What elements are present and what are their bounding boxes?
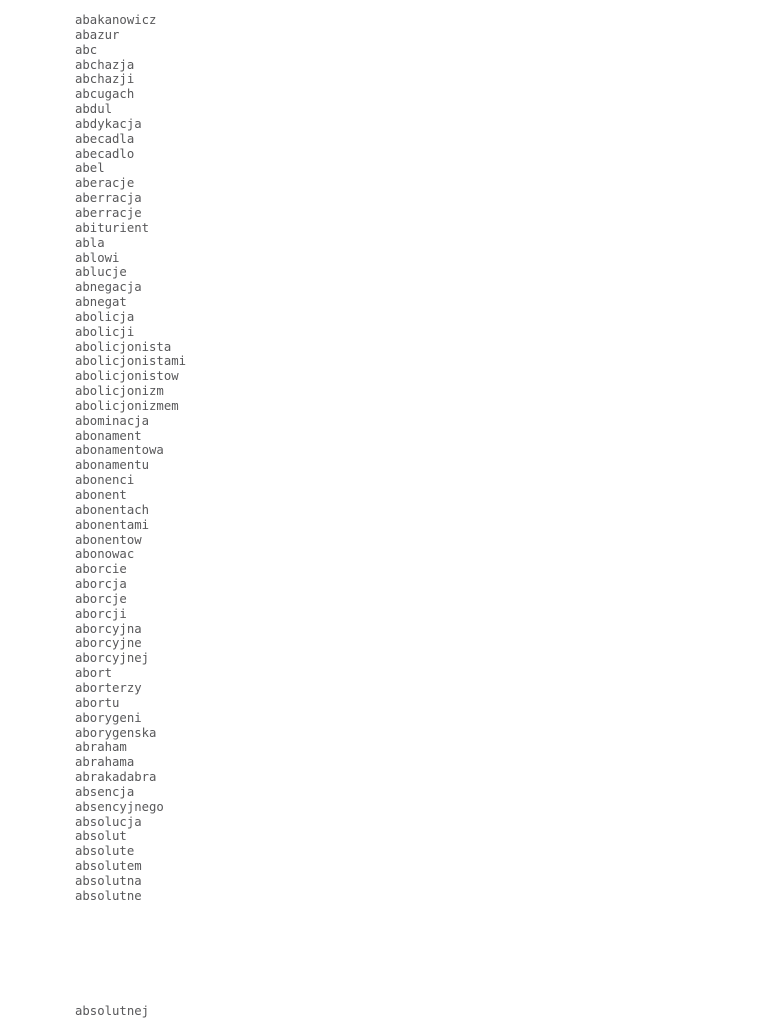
- word-list-item: abonamentowa: [75, 443, 164, 458]
- word-list-item: absolutna: [75, 873, 142, 888]
- word-list-item: aborterzy: [75, 680, 142, 695]
- word-list-column-page-one: abakanowicz abazur abc abchazja abchazji abcu…: [75, 13, 675, 904]
- word-list-item: abrakadabra: [75, 770, 157, 785]
- word-list-item: aborcje: [75, 591, 127, 606]
- word-list-item: abdykacja: [75, 116, 142, 131]
- word-list-item: abiturient: [75, 220, 150, 235]
- word-list-item: abchazji: [75, 72, 135, 87]
- word-list-item: abnegacja: [75, 280, 142, 295]
- word-list-item: absencja: [75, 784, 135, 799]
- word-list-item: abecadlo: [75, 146, 135, 161]
- word-list-item: abolicjonista: [75, 339, 172, 354]
- word-list-item: abonament: [75, 428, 142, 443]
- word-list-item: abc: [75, 42, 98, 57]
- word-list-item: abonowac: [75, 547, 135, 562]
- word-list-item: abonenci: [75, 473, 135, 488]
- word-list-item: abolicjonizmem: [75, 398, 179, 413]
- word-list-item: aborcyjna: [75, 621, 142, 636]
- word-list-item: abonentow: [75, 532, 142, 547]
- word-list-item: absolutem: [75, 859, 142, 874]
- word-list-item: abominacja: [75, 413, 150, 428]
- word-list-item: ablucje: [75, 265, 127, 280]
- word-list-item: aberracja: [75, 191, 142, 206]
- word-list-item: absolutnej: [75, 1004, 150, 1018]
- word-list-item: aborcyjne: [75, 636, 142, 651]
- word-list-item: abonent: [75, 488, 127, 502]
- document-page: abakanowicz abazur abc abchazja abchazji abcu…: [0, 0, 768, 1024]
- word-list-item: abort: [75, 666, 113, 681]
- word-list-item: ablowi: [75, 250, 120, 265]
- word-list-item: abraham: [75, 740, 127, 755]
- word-list-item: absencyjnego: [75, 799, 164, 814]
- word-list-item: abakanowicz: [75, 13, 157, 27]
- word-list-item: abonamentu: [75, 458, 150, 473]
- word-list-item: abcugach: [75, 87, 135, 102]
- word-list-item: abecadla: [75, 131, 135, 146]
- word-list-item: aborygeni: [75, 710, 142, 725]
- word-list-item: abolicji: [75, 324, 135, 339]
- word-list-item: abonentach: [75, 502, 150, 517]
- word-list-item: aborygenska: [75, 725, 157, 740]
- word-list-item: aberacje: [75, 176, 135, 191]
- word-list-item: absolucja: [75, 814, 142, 829]
- word-list-item: abrahama: [75, 755, 135, 770]
- word-list-item: abchazja: [75, 57, 135, 72]
- word-list-item: abel: [75, 161, 105, 176]
- word-list-item: abazur: [75, 27, 120, 42]
- word-list-item: abolicjonistami: [75, 354, 187, 369]
- word-list-item: aborcja: [75, 577, 127, 592]
- word-list-item: aborcji: [75, 606, 127, 621]
- word-list-item: abolicja: [75, 309, 135, 324]
- word-list-item: abdul: [75, 102, 113, 117]
- word-list-item: aberracje: [75, 205, 142, 220]
- word-list-item: abla: [75, 235, 105, 250]
- word-list-item: abolicjonizm: [75, 384, 164, 399]
- word-list-item: absolutne: [75, 888, 142, 903]
- word-list-item: abnegat: [75, 295, 127, 310]
- word-list-item: aborcie: [75, 562, 127, 577]
- word-list-item: abonentami: [75, 517, 150, 532]
- word-list-item: absolut: [75, 829, 127, 844]
- word-list-column-page-two: absolutnej: [75, 1004, 675, 1019]
- word-list-item: aborcyjnej: [75, 651, 150, 666]
- word-list-item: absolute: [75, 844, 135, 859]
- word-list-item: abolicjonistow: [75, 369, 179, 384]
- word-list-item: abortu: [75, 695, 120, 710]
